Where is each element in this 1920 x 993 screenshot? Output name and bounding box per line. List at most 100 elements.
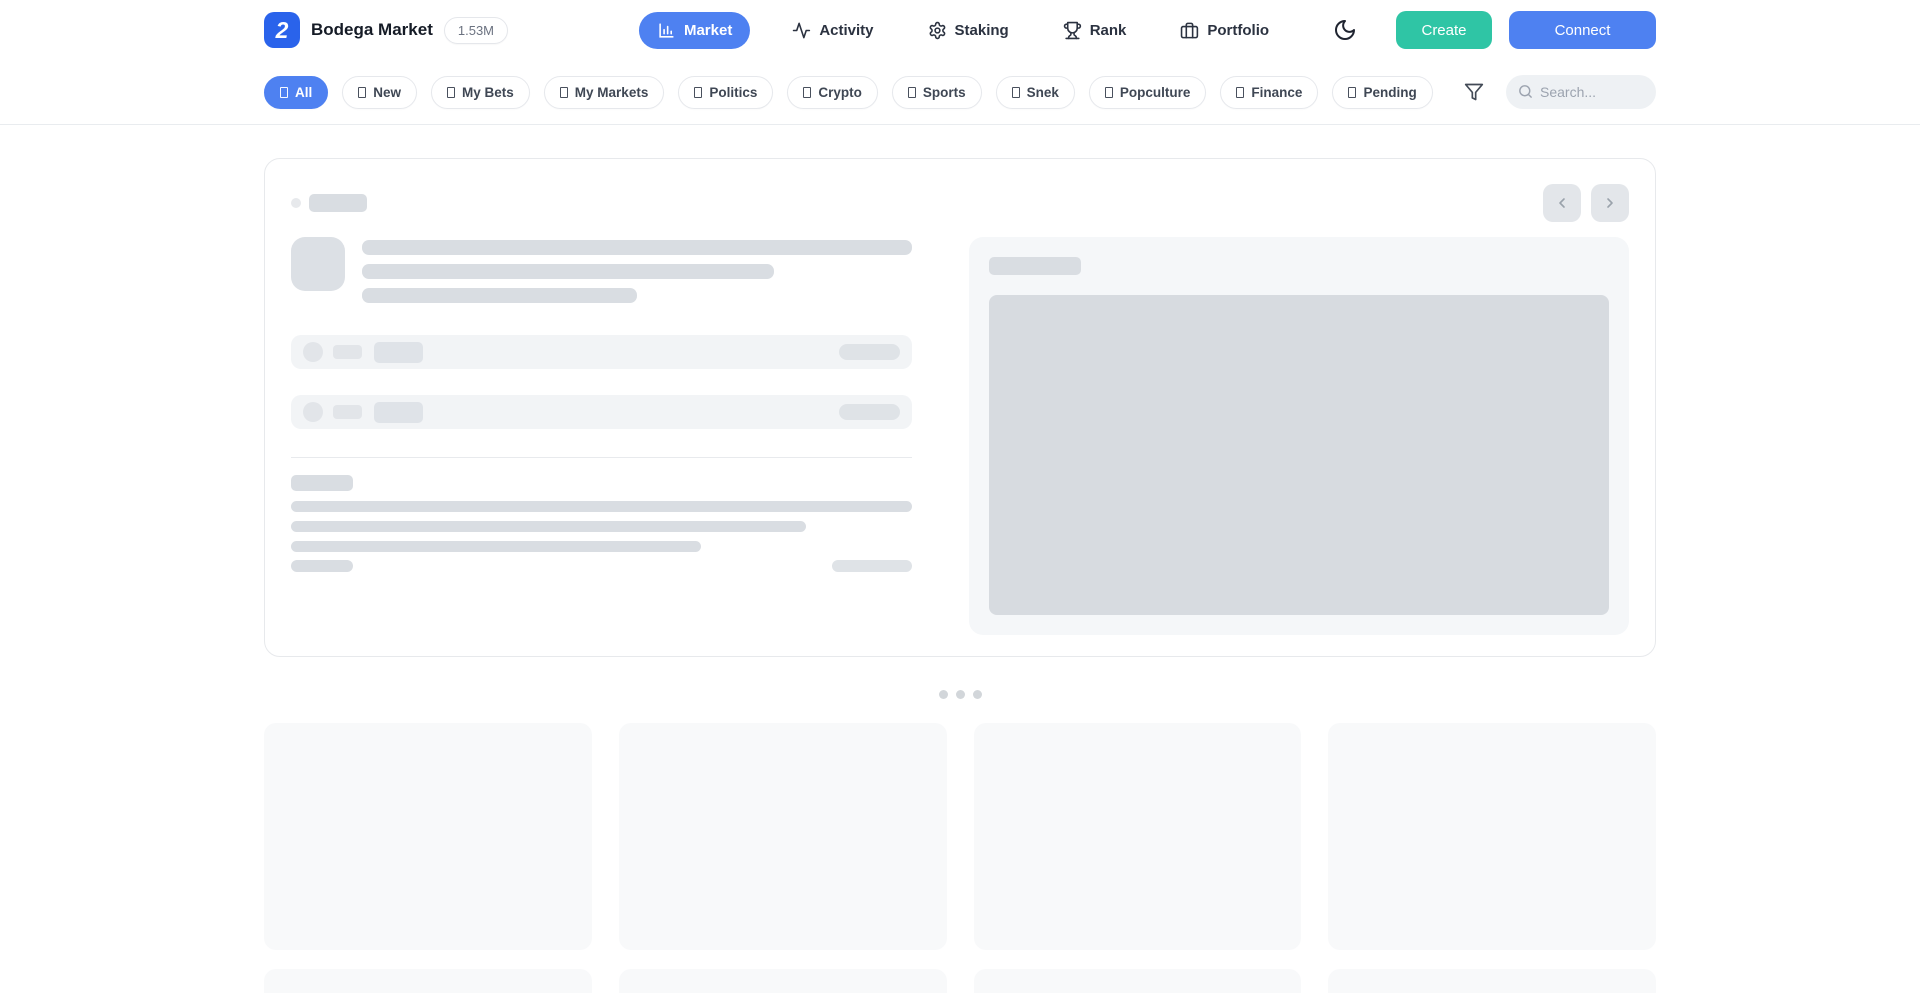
chip-finance[interactable]: Finance xyxy=(1220,76,1318,109)
nav-item-staking[interactable]: Staking xyxy=(916,12,1021,49)
main-nav: Market Activity Staking xyxy=(639,0,1281,60)
missing-glyph-icon xyxy=(1012,87,1020,98)
missing-glyph-icon xyxy=(908,87,916,98)
chip-label: Snek xyxy=(1027,85,1059,100)
activity-icon xyxy=(792,21,811,40)
chart-panel-skeleton xyxy=(969,237,1630,635)
divider xyxy=(291,457,912,458)
nav-label: Portfolio xyxy=(1207,22,1269,39)
create-button[interactable]: Create xyxy=(1396,11,1492,49)
market-card-skeleton xyxy=(974,969,1302,993)
nav-label: Rank xyxy=(1090,22,1127,39)
missing-glyph-icon xyxy=(694,87,702,98)
moon-icon xyxy=(1333,18,1357,42)
outcome-text-skeleton xyxy=(374,342,423,363)
nav-item-portfolio[interactable]: Portfolio xyxy=(1168,12,1281,49)
nav-item-market[interactable]: Market xyxy=(639,12,750,49)
missing-glyph-icon xyxy=(280,87,288,98)
nav-label: Market xyxy=(684,22,732,39)
outcome-text-skeleton xyxy=(333,405,362,419)
trophy-icon xyxy=(1063,21,1082,40)
chip-crypto[interactable]: Crypto xyxy=(787,76,878,109)
chip-label: Finance xyxy=(1251,85,1302,100)
text-line-skeleton xyxy=(291,541,701,552)
outcome-text-skeleton xyxy=(374,402,423,423)
outcome-row-skeleton xyxy=(291,395,912,429)
connect-button[interactable]: Connect xyxy=(1509,11,1656,49)
chip-label: New xyxy=(373,85,401,100)
missing-glyph-icon xyxy=(1348,87,1356,98)
market-card-skeleton xyxy=(264,723,592,950)
chip-label: All xyxy=(295,85,312,100)
missing-glyph-icon xyxy=(358,87,366,98)
outcome-icon-skeleton xyxy=(303,342,323,362)
outcome-row-skeleton xyxy=(291,335,912,369)
chip-all[interactable]: All xyxy=(264,76,328,109)
featured-market-card-skeleton xyxy=(264,158,1656,657)
section-label-skeleton xyxy=(291,475,353,491)
market-card-skeleton xyxy=(619,969,947,993)
chip-label: Crypto xyxy=(818,85,862,100)
footer-text-skeleton xyxy=(291,560,353,572)
footer-value-skeleton xyxy=(832,560,912,572)
chip-my-bets[interactable]: My Bets xyxy=(431,76,530,109)
missing-glyph-icon xyxy=(1105,87,1113,98)
filter-bar: All New My Bets My Markets Politics Cryp… xyxy=(0,60,1920,125)
market-card-skeleton xyxy=(264,969,592,993)
nav-label: Activity xyxy=(819,22,873,39)
theme-toggle-button[interactable] xyxy=(1325,10,1365,50)
chip-label: Pending xyxy=(1363,85,1416,100)
market-card-skeleton xyxy=(1328,723,1656,950)
market-card-skeleton xyxy=(1328,969,1656,993)
text-line-skeleton xyxy=(362,264,774,279)
chip-politics[interactable]: Politics xyxy=(678,76,773,109)
chevron-right-icon xyxy=(1602,195,1618,211)
gear-icon xyxy=(928,21,947,40)
header-actions: Create Connect xyxy=(1325,10,1656,50)
bodega-logo-icon[interactable]: 2 xyxy=(264,12,300,48)
outcome-value-skeleton xyxy=(839,404,900,420)
nav-label: Staking xyxy=(955,22,1009,39)
chip-popculture[interactable]: Popculture xyxy=(1089,76,1207,109)
top-navigation: 2 Bodega Market 1.53M Market Activity xyxy=(0,0,1920,60)
carousel-prev-button[interactable] xyxy=(1543,184,1581,222)
market-card-skeleton xyxy=(974,723,1302,950)
carousel-next-button[interactable] xyxy=(1591,184,1629,222)
carousel-dots xyxy=(264,690,1656,699)
market-info-skeleton xyxy=(291,237,912,635)
featured-card-meta-skeleton xyxy=(291,194,367,212)
category-chips: All New My Bets My Markets Politics Cryp… xyxy=(264,76,1433,109)
main-content xyxy=(264,158,1656,993)
chip-my-markets[interactable]: My Markets xyxy=(544,76,665,109)
carousel-dot[interactable] xyxy=(939,690,948,699)
chevron-left-icon xyxy=(1554,195,1570,211)
outcome-value-skeleton xyxy=(839,344,900,360)
nav-item-rank[interactable]: Rank xyxy=(1051,12,1139,49)
brand-name: Bodega Market xyxy=(311,20,433,40)
text-line-skeleton xyxy=(362,288,637,303)
chip-snek[interactable]: Snek xyxy=(996,76,1075,109)
search-icon xyxy=(1517,83,1534,100)
chip-new[interactable]: New xyxy=(342,76,417,109)
missing-glyph-icon xyxy=(803,87,811,98)
filter-button[interactable] xyxy=(1457,75,1491,109)
chart-area-skeleton xyxy=(989,295,1610,615)
avatar-skeleton xyxy=(291,237,345,291)
chip-label: My Bets xyxy=(462,85,514,100)
briefcase-icon xyxy=(1180,21,1199,40)
carousel-dot[interactable] xyxy=(956,690,965,699)
text-line-skeleton xyxy=(362,240,912,255)
title-skeleton xyxy=(309,194,367,212)
chip-sports[interactable]: Sports xyxy=(892,76,982,109)
outcome-text-skeleton xyxy=(333,345,362,359)
nav-item-activity[interactable]: Activity xyxy=(780,12,885,49)
bar-chart-icon xyxy=(657,21,676,40)
market-card-skeleton xyxy=(619,723,947,950)
market-grid xyxy=(264,723,1656,993)
chip-pending[interactable]: Pending xyxy=(1332,76,1432,109)
text-line-skeleton xyxy=(291,501,912,512)
missing-glyph-icon xyxy=(447,87,455,98)
carousel-dot[interactable] xyxy=(973,690,982,699)
volume-badge: 1.53M xyxy=(444,17,508,44)
funnel-icon xyxy=(1464,82,1484,102)
